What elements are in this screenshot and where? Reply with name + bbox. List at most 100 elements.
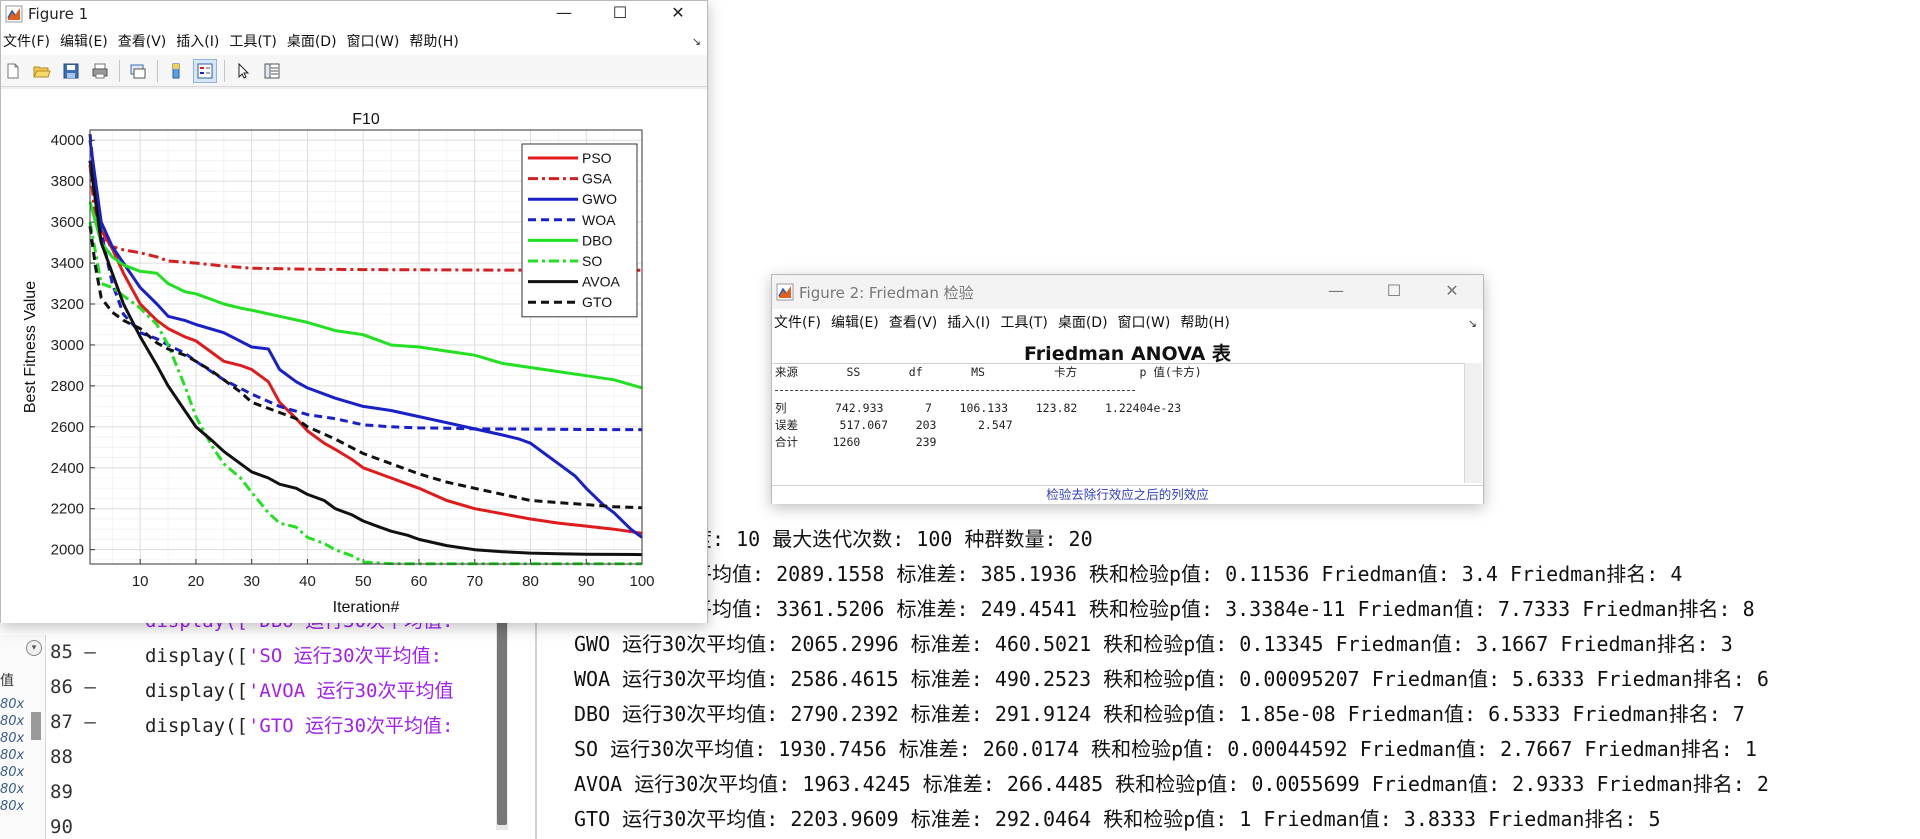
collapse-icon[interactable]: ▾: [26, 640, 42, 656]
minimize-button[interactable]: —: [541, 1, 587, 27]
figure2-window[interactable]: Figure 2: Friedman 检验 — ☐ ✕ 文件(F) 编辑(E) 查看…: [771, 274, 1484, 504]
command-output-line: GWO 运行30次平均值: 2065.2996 标准差: 460.5021 秩和…: [574, 632, 1733, 656]
menu-item[interactable]: 插入(I): [947, 312, 990, 332]
line-number: 86 —: [50, 676, 96, 698]
command-output-line: 次平均值: 3361.5206 标准差: 249.4541 秩和检验p值: 3.…: [672, 597, 1755, 621]
edit-plot-button[interactable]: [231, 59, 255, 83]
menu-item[interactable]: 窗口(W): [1118, 312, 1171, 332]
menu-item[interactable]: 工具(T): [229, 31, 276, 51]
property-inspector-button[interactable]: [260, 59, 284, 83]
link-plot-button[interactable]: [126, 59, 150, 83]
y-tick-label: 4000: [51, 132, 84, 149]
x-tick-label: 20: [188, 573, 205, 590]
figure2-menubar: 文件(F) 编辑(E) 查看(V) 插入(I) 工具(T) 桌面(D) 窗口(W) 帮助(H)…: [772, 309, 1483, 335]
legend-label: AVOA: [582, 274, 621, 290]
colorbar-button[interactable]: [164, 59, 188, 83]
minimize-button[interactable]: —: [1313, 275, 1359, 309]
breakpoint-dash[interactable]: —: [73, 641, 95, 663]
workspace-row[interactable]: 80x: [0, 799, 26, 817]
close-button[interactable]: ✕: [655, 1, 701, 27]
code-string: 'GTO 运行30次平均值:: [247, 715, 454, 737]
menu-item[interactable]: 查看(V): [889, 312, 938, 332]
save-icon: [63, 63, 79, 78]
y-tick-label: 2800: [51, 378, 84, 395]
workspace-row[interactable]: 80x: [0, 748, 26, 766]
menu-item[interactable]: 插入(I): [176, 31, 219, 51]
breakpoint-dash[interactable]: —: [73, 676, 95, 698]
y-tick-label: 2000: [51, 542, 84, 559]
menu-item[interactable]: 桌面(D): [287, 31, 337, 51]
menu-item[interactable]: 窗口(W): [347, 31, 400, 51]
legend-label: GTO: [582, 294, 612, 310]
toolbar-separator: [157, 59, 158, 82]
save-button[interactable]: [59, 59, 83, 83]
anova-table-title: Friedman ANOVA 表: [1024, 343, 1231, 365]
workspace-row[interactable]: 80x: [0, 731, 26, 749]
x-tick-label: 40: [299, 573, 316, 590]
y-tick-label: 3200: [51, 296, 84, 313]
x-tick-label: 70: [466, 573, 483, 590]
maximize-button[interactable]: ☐: [597, 1, 643, 27]
legend-box[interactable]: [521, 143, 638, 318]
menu-item[interactable]: 帮助(H): [1180, 312, 1229, 332]
panel-divider[interactable]: [535, 600, 537, 839]
menu-item[interactable]: 桌面(D): [1058, 312, 1108, 332]
y-tick-label: 3400: [51, 255, 84, 272]
open-file-button[interactable]: [30, 59, 54, 83]
legend-button[interactable]: [193, 58, 217, 83]
figure1-window[interactable]: Figure 1 — ☐ ✕ 文件(F) 编辑(E) 查看(V) 插入(I) 工具(T)…: [0, 0, 708, 623]
x-tick-label: 50: [355, 573, 372, 590]
command-output-line: SO 运行30次平均值: 1930.7456 标准差: 260.0174 秩和检…: [574, 737, 1757, 761]
line-number: 89: [50, 781, 73, 803]
code-string: 'AVOA 运行30次平均值: [247, 680, 454, 702]
toolbar-separator: [224, 59, 225, 82]
workspace-row[interactable]: 80x: [0, 765, 26, 783]
command-output-line: WOA 运行30次平均值: 2586.4615 标准差: 490.2523 秩和…: [574, 667, 1769, 691]
menu-item[interactable]: 帮助(H): [409, 31, 458, 51]
workspace-row[interactable]: 80x: [0, 697, 26, 715]
anova-table[interactable]: 来源 SS df MS 卡方 p 值(卡方) 列 742.933 7 106.1…: [773, 363, 1465, 483]
menu-item[interactable]: 编辑(E): [831, 312, 879, 332]
new-file-icon: [7, 63, 19, 78]
figure2-title: Figure 2: Friedman 检验: [799, 283, 974, 302]
chart-title: F10: [352, 111, 380, 128]
menu-dock-arrow-icon[interactable]: ↘: [692, 35, 701, 48]
figure2-titlebar[interactable]: Figure 2: Friedman 检验 — ☐ ✕: [772, 275, 1483, 309]
close-button[interactable]: ✕: [1429, 275, 1475, 309]
new-figure-button[interactable]: [1, 59, 25, 83]
menu-item[interactable]: 查看(V): [118, 31, 167, 51]
x-tick-label: 80: [522, 573, 539, 590]
menu-item[interactable]: 编辑(E): [60, 31, 108, 51]
print-button[interactable]: [88, 59, 112, 83]
property-inspector-icon: [264, 63, 280, 78]
editor-scroll-thumb[interactable]: [497, 620, 507, 825]
workspace-row[interactable]: 80x: [0, 714, 26, 732]
code-line[interactable]: display(['SO 运行30次平均值:: [145, 641, 442, 668]
maximize-button[interactable]: ☐: [1371, 275, 1417, 309]
code-line[interactable]: display(['GTO 运行30次平均值:: [145, 711, 453, 738]
figure1-canvas[interactable]: 10 20 30 40 50 60 70 80 90 100 2000 2200 2400 2600 280…: [1, 89, 707, 623]
code-function: display([: [145, 680, 248, 702]
convergence-chart[interactable]: 10 20 30 40 50 60 70 80 90 100 2000 2200 2400 2600 280…: [1, 89, 707, 623]
workspace-scrollbar[interactable]: [31, 712, 41, 740]
code-line[interactable]: display(['AVOA 运行30次平均值: [145, 676, 453, 703]
code-function: display([: [145, 645, 248, 667]
legend-label: SO: [582, 253, 602, 269]
figure1-titlebar[interactable]: Figure 1 — ☐ ✕: [1, 1, 707, 27]
menu-item[interactable]: 文件(F): [3, 31, 50, 51]
linked-plot-icon: [130, 64, 146, 78]
anova-header: 来源 SS df MS 卡方 p 值(卡方): [775, 365, 1202, 379]
menu-dock-arrow-icon[interactable]: ↘: [1468, 317, 1477, 330]
breakpoint-dash[interactable]: —: [73, 711, 95, 733]
anova-scrollbar[interactable]: [1464, 363, 1482, 483]
anova-divider: [775, 390, 1135, 391]
menu-item[interactable]: 工具(T): [1000, 312, 1047, 332]
anova-row: 误差 517.067 203 2.547: [775, 418, 1013, 432]
code-string: 'SO 运行30次平均值:: [247, 645, 443, 667]
workspace-row[interactable]: 80x: [0, 782, 26, 800]
menu-item[interactable]: 文件(F): [774, 312, 821, 332]
line-number: 87 —: [50, 711, 96, 733]
x-tick-label: 10: [132, 573, 149, 590]
y-tick-label: 2200: [51, 501, 84, 518]
matlab-logo-icon: [776, 283, 794, 301]
